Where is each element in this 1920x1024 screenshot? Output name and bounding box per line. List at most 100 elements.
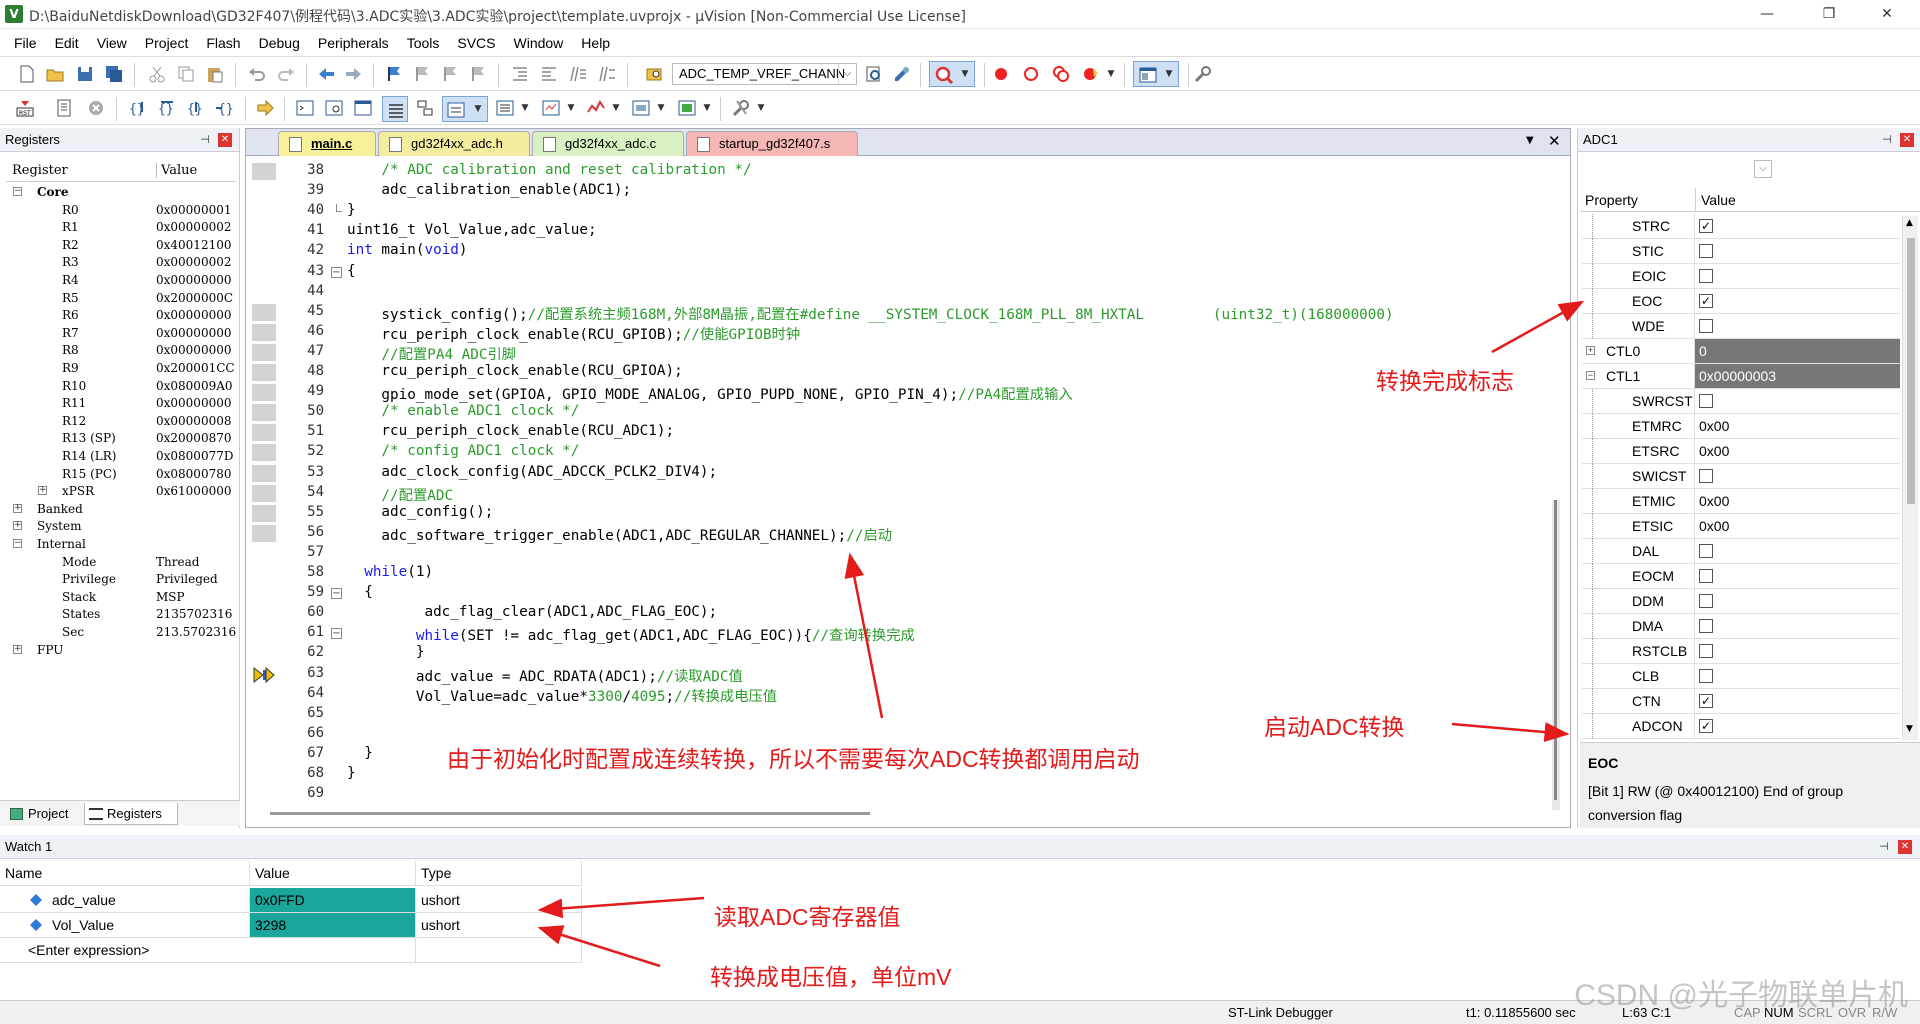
system-viewer-icon[interactable] <box>677 98 697 118</box>
register-row[interactable]: R4 0x00000000 <box>0 272 236 290</box>
column-value[interactable]: Value <box>1695 188 1736 212</box>
internal-row[interactable]: Privilege Privileged <box>0 571 236 589</box>
tree-internal[interactable]: − Internal <box>0 536 236 554</box>
property-value[interactable] <box>1694 614 1900 638</box>
code-line[interactable]: /* enable ADC1 clock */ <box>347 403 579 419</box>
adc-property-row[interactable]: ETMIC 0x00 <box>1582 489 1900 514</box>
expand-icon[interactable]: + <box>38 486 47 496</box>
register-value[interactable]: 0x00000000 <box>156 308 236 322</box>
code-line[interactable]: } <box>347 202 356 218</box>
code-line[interactable]: adc_software_trigger_enable(ADC1,ADC_REG… <box>347 524 892 545</box>
nav-forward-icon[interactable] <box>344 64 364 84</box>
collapse-icon[interactable]: − <box>331 266 342 278</box>
tab-project[interactable]: Project <box>6 803 68 825</box>
expand-icon[interactable]: + <box>13 644 22 654</box>
save-icon[interactable] <box>75 64 95 84</box>
scroll-down-icon[interactable]: ▼ <box>1906 724 1913 734</box>
register-value[interactable]: Privileged <box>156 572 236 586</box>
menu-project[interactable]: Project <box>136 35 198 51</box>
register-row[interactable]: R11 0x00000000 <box>0 395 236 413</box>
expand-icon[interactable]: + <box>1586 346 1595 355</box>
tab-startup-gd32f407-s[interactable]: startup_gd32f407.s <box>686 131 858 156</box>
comment-icon[interactable] <box>568 64 588 84</box>
adc-property-row[interactable]: WDE <box>1582 314 1900 339</box>
watch-row-value[interactable]: 3298 <box>250 913 416 938</box>
checkbox-checked[interactable]: ✓ <box>1699 294 1713 308</box>
register-row[interactable]: R13 (SP) 0x20000870 <box>0 430 236 448</box>
incremental-find-icon[interactable] <box>864 64 884 84</box>
property-value[interactable]: 0x00 <box>1694 489 1900 513</box>
register-value[interactable]: 0x40012100 <box>156 238 236 252</box>
code-line[interactable]: adc_clock_config(ADC_ADCCK_PCLK2_DIV4); <box>347 464 717 480</box>
code-line[interactable]: gpio_mode_set(GPIOA, GPIO_MODE_ANALOG, G… <box>347 383 1072 404</box>
register-row[interactable]: R1 0x00000002 <box>0 219 236 237</box>
command-window-icon[interactable] <box>295 98 315 118</box>
serial-window-icon[interactable] <box>541 98 561 118</box>
internal-row[interactable]: Stack MSP <box>0 589 236 607</box>
editor-horizontal-scrollbar[interactable] <box>270 812 870 815</box>
tab-gd32f4xx-adc-c[interactable]: gd32f4xx_adc.c <box>532 131 684 156</box>
register-value[interactable]: 0x00000000 <box>156 326 236 340</box>
close-adc1-button[interactable]: ✕ <box>1900 133 1914 147</box>
scrollbar-thumb[interactable] <box>1554 500 1557 800</box>
watch-column-type[interactable]: Type <box>416 861 582 886</box>
adc-property-row[interactable]: EOCM <box>1582 564 1900 589</box>
clear-bookmarks-icon[interactable] <box>468 64 488 84</box>
checkbox-unchecked[interactable] <box>1699 269 1713 283</box>
executable-line-marker[interactable] <box>252 364 276 381</box>
breakpoint-gutter[interactable] <box>252 160 276 800</box>
register-value[interactable]: 0x00000008 <box>156 414 236 428</box>
property-value[interactable]: ✓ <box>1694 689 1900 713</box>
register-value[interactable]: 0x00000000 <box>156 273 236 287</box>
executable-line-marker[interactable] <box>252 444 276 462</box>
menu-flash[interactable]: Flash <box>197 35 249 51</box>
chevron-down-icon[interactable]: ▼ <box>566 100 576 116</box>
code-line[interactable]: //配置PA4 ADC引脚 <box>347 343 516 364</box>
adc-property-row[interactable]: ETSIC 0x00 <box>1582 514 1900 539</box>
scroll-up-icon[interactable]: ▲ <box>1906 218 1913 228</box>
cut-icon[interactable] <box>147 64 167 84</box>
internal-row[interactable]: Sec 213.5702316 <box>0 624 236 642</box>
code-line[interactable]: Vol_Value=adc_value*3300/4095;//转换成电压值 <box>347 685 777 706</box>
column-register[interactable]: Register <box>12 163 68 178</box>
register-row[interactable]: R7 0x00000000 <box>0 325 236 343</box>
register-value[interactable]: 213.5702316 <box>156 625 236 639</box>
chevron-down-icon[interactable]: ▼ <box>1106 66 1116 82</box>
toolbox-icon[interactable] <box>731 98 751 118</box>
pin-icon[interactable]: ⊣ <box>198 133 212 147</box>
chevron-down-icon[interactable]: ▼ <box>520 100 530 116</box>
open-file-icon[interactable] <box>45 64 65 84</box>
register-row[interactable]: R6 0x00000000 <box>0 307 236 325</box>
collapse-icon[interactable]: − <box>13 187 22 196</box>
property-value[interactable] <box>1694 314 1900 338</box>
tree-core[interactable]: − Core <box>0 184 236 202</box>
copy-icon[interactable] <box>176 64 196 84</box>
register-row[interactable]: R2 0x40012100 <box>0 237 236 255</box>
register-row[interactable]: R5 0x2000000C <box>0 290 236 308</box>
collapse-icon[interactable]: − <box>331 628 342 640</box>
checkbox-unchecked[interactable] <box>1699 669 1713 683</box>
scrollbar-thumb[interactable] <box>1907 238 1915 504</box>
internal-row[interactable]: Mode Thread <box>0 554 236 572</box>
executable-line-marker[interactable] <box>252 163 276 180</box>
expand-icon[interactable]: + <box>13 503 22 513</box>
chevron-down-icon[interactable]: ▼ <box>756 100 766 116</box>
menu-file[interactable]: File <box>5 35 46 51</box>
register-value[interactable]: 0x61000000 <box>156 484 236 498</box>
code-line[interactable]: } <box>347 745 373 761</box>
register-row[interactable]: R12 0x00000008 <box>0 413 236 431</box>
adc-property-row[interactable]: DMA <box>1582 614 1900 639</box>
adc-property-row[interactable]: ETSRC 0x00 <box>1582 439 1900 464</box>
step-icon[interactable]: {} <box>128 98 148 118</box>
adc-property-row[interactable]: SWRCST <box>1582 389 1900 414</box>
checkbox-unchecked[interactable] <box>1699 469 1713 483</box>
register-row[interactable]: R9 0x200001CC <box>0 360 236 378</box>
minimize-button[interactable]: — <box>1744 0 1790 29</box>
property-value[interactable] <box>1694 464 1900 488</box>
menu-view[interactable]: View <box>88 35 136 51</box>
new-file-icon[interactable] <box>17 64 37 84</box>
code-line[interactable]: rcu_periph_clock_enable(RCU_GPIOA); <box>347 363 682 379</box>
collapse-icon[interactable]: − <box>1586 371 1595 380</box>
checkbox-unchecked[interactable] <box>1699 394 1713 408</box>
register-value[interactable]: 0x200001CC <box>156 361 236 375</box>
